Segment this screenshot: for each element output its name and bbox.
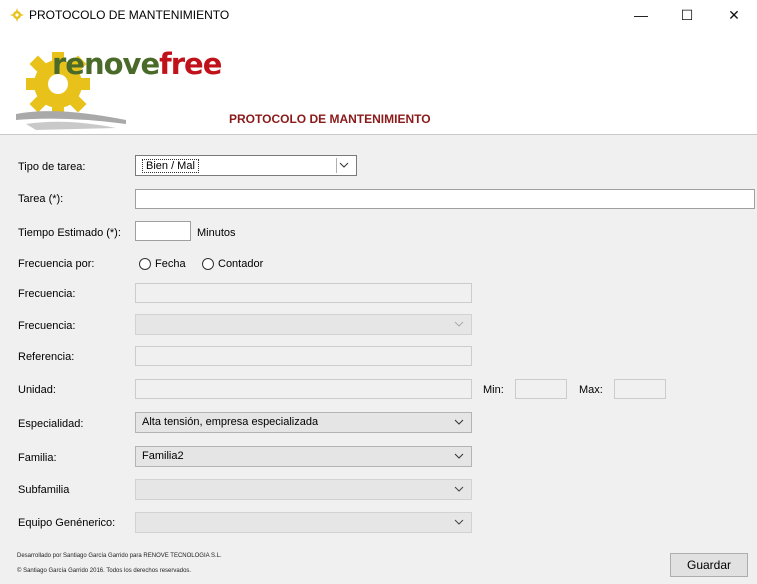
footer-credit: Desarrollado por Santiago García Garrido… [17, 553, 222, 559]
equipo-label: Equipo Genénerico: [18, 517, 116, 529]
frecuencia-select[interactable] [135, 314, 472, 335]
referencia-input[interactable] [135, 346, 472, 366]
logo-text: renovefree [52, 47, 222, 81]
maximize-button[interactable]: ☐ [664, 0, 710, 30]
especialidad-select[interactable]: Alta tensión, empresa especializada [135, 412, 472, 433]
minutos-label: Minutos [197, 227, 236, 239]
chevron-down-icon [454, 453, 464, 459]
tipo-tarea-label: Tipo de tarea: [18, 161, 86, 173]
minimize-button[interactable]: — [618, 0, 664, 30]
contador-radio-label: Contador [218, 258, 264, 270]
familia-select[interactable]: Familia2 [135, 446, 472, 467]
max-input[interactable] [614, 379, 666, 399]
contador-radio[interactable] [202, 258, 214, 270]
title-bar: PROTOCOLO DE MANTENIMIENTO — ☐ ✕ [0, 0, 757, 30]
select-separator [336, 158, 337, 173]
chevron-down-icon [454, 519, 464, 525]
unidad-input[interactable] [135, 379, 472, 399]
header-title: PROTOCOLO DE MANTENIMIENTO [229, 112, 431, 126]
especialidad-label: Especialidad: [18, 418, 84, 430]
close-button[interactable]: ✕ [711, 0, 757, 30]
window-title: PROTOCOLO DE MANTENIMIENTO [29, 8, 230, 22]
chevron-down-icon [454, 321, 464, 327]
min-input[interactable] [515, 379, 567, 399]
subfamilia-select[interactable] [135, 479, 472, 500]
tarea-label: Tarea (*): [18, 193, 64, 205]
familia-label: Familia: [18, 452, 57, 464]
chevron-down-icon [454, 419, 464, 425]
footer-copyright: © Santiago García Garrido 2016. Todos lo… [17, 568, 192, 574]
familia-value: Familia2 [142, 450, 184, 462]
frecuencia-select-label: Frecuencia: [18, 320, 76, 332]
tipo-tarea-value: Bien / Mal [142, 159, 199, 173]
especialidad-value: Alta tensión, empresa especializada [142, 416, 319, 428]
frecuencia-input[interactable] [135, 283, 472, 303]
save-button[interactable]: Guardar [670, 553, 748, 577]
min-label: Min: [483, 384, 504, 396]
app-icon [10, 8, 24, 22]
tarea-input[interactable] [135, 189, 755, 209]
chevron-down-icon [454, 486, 464, 492]
subfamilia-label: Subfamilia [18, 484, 70, 496]
max-label: Max: [579, 384, 603, 396]
frecuencia-por-label: Frecuencia por: [18, 258, 95, 270]
unidad-label: Unidad: [18, 384, 56, 396]
referencia-label: Referencia: [18, 351, 75, 363]
chevron-down-icon [339, 162, 349, 168]
equipo-select[interactable] [135, 512, 472, 533]
tiempo-input[interactable] [135, 221, 191, 241]
tipo-tarea-select[interactable]: Bien / Mal [135, 155, 357, 176]
fecha-radio[interactable] [139, 258, 151, 270]
tiempo-label: Tiempo Estimado (*): [18, 227, 121, 239]
frecuencia-label: Frecuencia: [18, 288, 76, 300]
fecha-radio-label: Fecha [155, 258, 186, 270]
